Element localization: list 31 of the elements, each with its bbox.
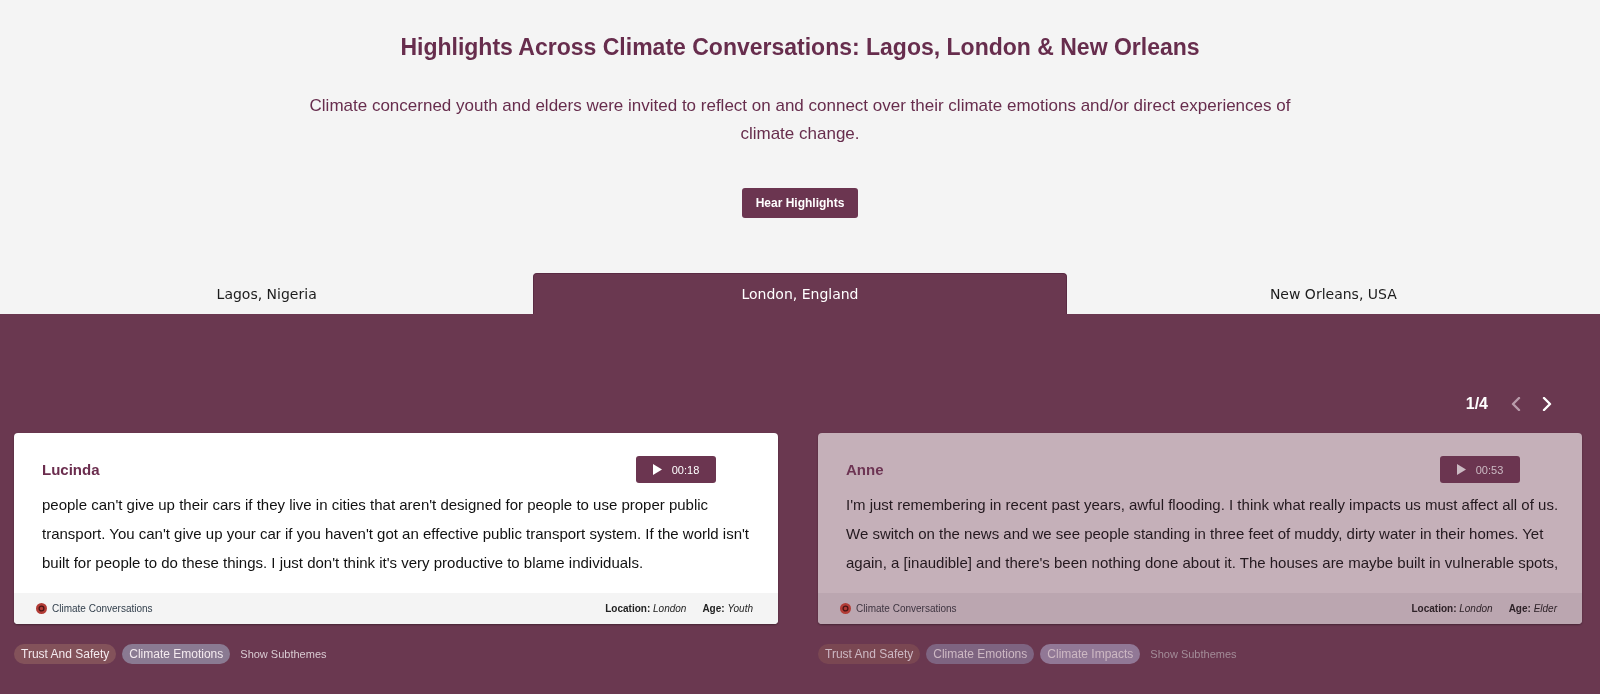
- chevron-right-icon: [1542, 397, 1552, 411]
- source-label: Climate Conversations: [856, 603, 957, 614]
- location-label: Location: London: [1411, 603, 1493, 614]
- quote-text: people can't give up their cars if they live in cities that aren't designed for people to use proper public transport. You can't give up your car if you haven't got an effective public transport system. If the world isn't built for people to do these things. I just don't think it's very productive to blame individuals.: [41, 495, 751, 573]
- theme-tag[interactable]: Climate Emotions: [926, 644, 1035, 664]
- chevron-left-icon: [1511, 397, 1521, 411]
- page-counter: 1/4: [1465, 395, 1488, 413]
- speaker-name: Anne: [846, 461, 884, 478]
- description-text: Climate concerned youth and elders were invited to reflect on and connect over their climate emotions and/or direct experiences of climate change.: [308, 95, 1292, 145]
- age-label: Age: Elder: [1508, 603, 1557, 614]
- location-tab[interactable]: New Orleans, USA: [1066, 273, 1600, 314]
- show-subthemes-link[interactable]: Show Subthemes: [236, 648, 327, 660]
- source-label: Climate Conversations: [52, 603, 153, 614]
- age-label: Age: Youth: [702, 603, 753, 614]
- play-icon: [1456, 464, 1466, 475]
- location-label: Location: London: [605, 603, 687, 614]
- quote-text: I'm just remembering in recent past years, awful flooding. I think what really impacts us must affect all of us. We switch on the news and we see people standing in three feet of muddy, dirty water in their homes. Yet again, a [inaudible] and there's been nothing done about it. The houses are maybe built in vulnerable spots,: [845, 495, 1560, 573]
- play-button[interactable]: 00:18: [636, 456, 716, 483]
- logo-icon: [36, 603, 47, 614]
- theme-tag[interactable]: Climate Emotions: [122, 644, 231, 664]
- logo-icon: [840, 603, 851, 614]
- play-button[interactable]: 00:53: [1440, 456, 1520, 483]
- theme-tag[interactable]: Trust And Safety: [14, 644, 117, 664]
- play-icon: [652, 464, 662, 475]
- location-tab[interactable]: London, England: [533, 273, 1067, 314]
- show-subthemes-link[interactable]: Show Subthemes: [1146, 648, 1237, 660]
- location-tab[interactable]: Lagos, Nigeria: [0, 273, 534, 314]
- theme-tag[interactable]: Trust And Safety: [818, 644, 921, 664]
- speaker-name: Lucinda: [42, 461, 100, 478]
- page-title: Highlights Across Climate Conversations: Lagos, London & New Orleans: [400, 33, 1200, 62]
- hear-highlights-button[interactable]: Hear Highlights: [741, 188, 859, 218]
